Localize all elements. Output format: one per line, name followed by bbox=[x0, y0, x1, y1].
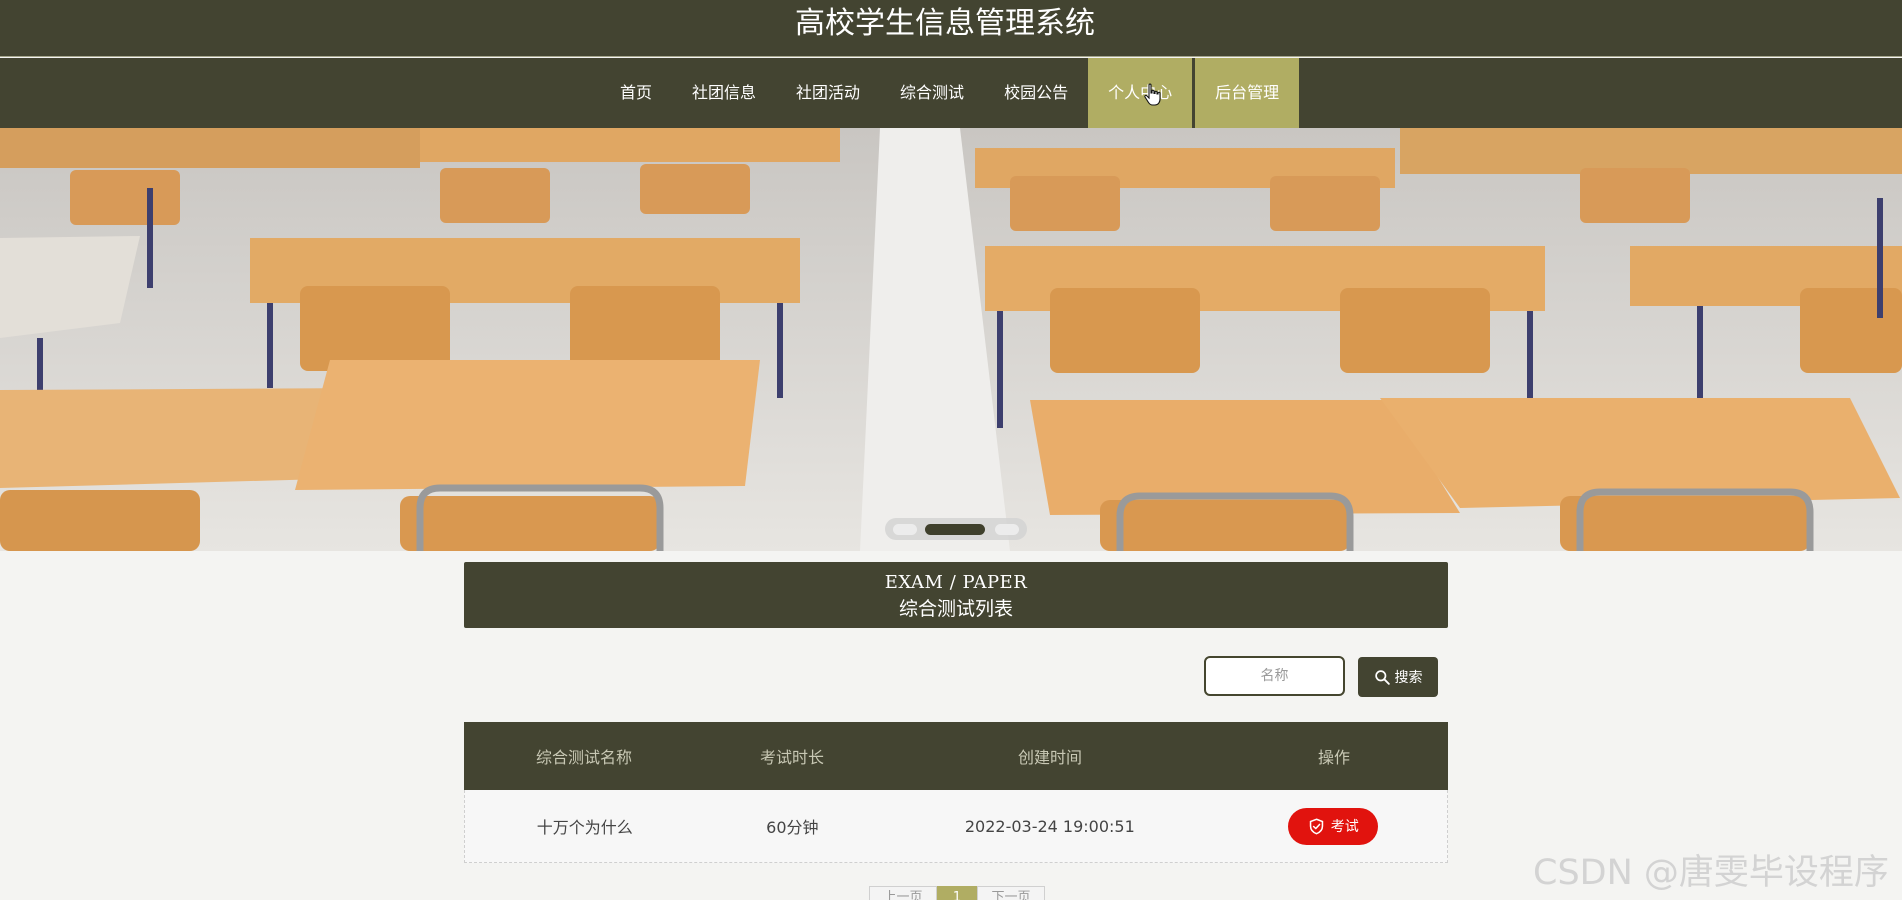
nav-item-campus-notices[interactable]: 校园公告 bbox=[984, 58, 1088, 128]
csdn-watermark: CSDN @唐雯毕设程序 bbox=[1533, 853, 1889, 893]
page-1-button[interactable]: 1 bbox=[937, 886, 977, 900]
section-title-en: EXAM / PAPER bbox=[884, 572, 1028, 593]
pagination: 上一页 1 下一页 bbox=[869, 886, 1045, 900]
shield-check-icon bbox=[1309, 817, 1323, 835]
search-input[interactable] bbox=[1204, 656, 1345, 696]
start-exam-label: 考试 bbox=[1330, 819, 1359, 835]
column-header-action: 操作 bbox=[1317, 748, 1350, 767]
carousel-indicators bbox=[885, 518, 1027, 540]
exam-name: 十万个为什么 bbox=[536, 818, 633, 837]
carousel-dot-2-active[interactable] bbox=[925, 524, 985, 535]
exam-duration: 60分钟 bbox=[766, 818, 819, 837]
column-header-name: 综合测试名称 bbox=[535, 748, 632, 767]
column-header-duration: 考试时长 bbox=[759, 748, 824, 767]
start-exam-button[interactable]: 考试 bbox=[1288, 807, 1379, 845]
prev-page-button[interactable]: 上一页 bbox=[869, 886, 937, 900]
nav-item-personal-center[interactable]: 个人中心 bbox=[1088, 58, 1193, 128]
nav-item-home[interactable]: 首页 bbox=[600, 58, 672, 128]
search-icon bbox=[1374, 669, 1390, 685]
nav-item-club-info[interactable]: 社团信息 bbox=[672, 58, 776, 128]
hero-banner bbox=[0, 128, 1902, 551]
site-title: 高校学生信息管理系统 bbox=[795, 6, 1095, 41]
search-button[interactable]: 搜索 bbox=[1358, 657, 1438, 697]
carousel-dot-1[interactable] bbox=[893, 524, 917, 535]
column-header-created: 创建时间 bbox=[1017, 748, 1082, 767]
section-title-cn: 综合测试列表 bbox=[898, 598, 1013, 620]
top-header: 高校学生信息管理系统 bbox=[0, 0, 1902, 57]
nav-item-comprehensive-test[interactable]: 综合测试 bbox=[880, 58, 984, 128]
exam-created-time: 2022-03-24 19:00:51 bbox=[964, 816, 1135, 836]
nav-item-club-activities[interactable]: 社团活动 bbox=[776, 58, 880, 128]
main-nav: 首页 社团信息 社团活动 综合测试 校园公告 个人中心 后台管理 bbox=[0, 58, 1902, 128]
table-row: 十万个为什么 60分钟 2022-03-24 19:00:51 考试 bbox=[464, 790, 1448, 863]
nav-item-admin[interactable]: 后台管理 bbox=[1195, 58, 1300, 128]
carousel-dot-3[interactable] bbox=[995, 524, 1019, 535]
next-page-button[interactable]: 下一页 bbox=[977, 886, 1045, 900]
nav-list: 首页 社团信息 社团活动 综合测试 校园公告 个人中心 后台管理 bbox=[600, 58, 1300, 128]
section-title: EXAM / PAPER 综合测试列表 bbox=[464, 562, 1448, 628]
action-cell: 考试 bbox=[1219, 790, 1447, 862]
classroom-photo bbox=[0, 128, 1902, 551]
search-button-label: 搜索 bbox=[1394, 670, 1423, 686]
exam-table: 综合测试名称 考试时长 创建时间 操作 十万个为什么 60分钟 2022-03-… bbox=[464, 722, 1448, 863]
table-header: 综合测试名称 考试时长 创建时间 操作 bbox=[464, 722, 1448, 790]
